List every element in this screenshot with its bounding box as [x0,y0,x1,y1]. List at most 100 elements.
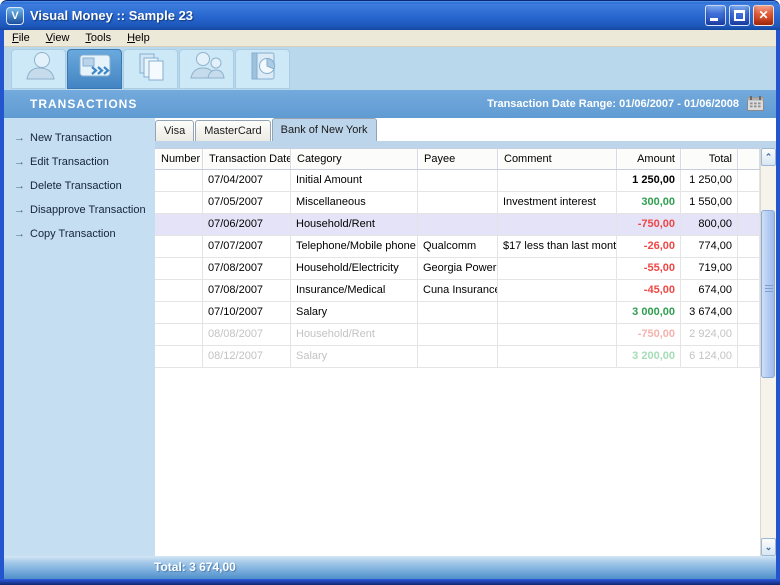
transactions-table: NumberTransaction DateCategoryPayeeComme… [155,148,760,556]
scrollbar-track[interactable] [761,166,776,538]
cell-date: 07/10/2007 [203,302,291,323]
cell-amount: -750,00 [617,324,681,345]
minimize-button[interactable] [705,5,726,26]
tab-bank-of-new-york[interactable]: Bank of New York [272,118,377,141]
table-row[interactable]: 07/05/2007MiscellaneousInvestment intere… [155,192,760,214]
column-header-category[interactable]: Category [291,149,418,169]
cell-filler [738,346,760,367]
column-header-transaction-date[interactable]: Transaction Date [203,149,291,169]
cell-date: 07/04/2007 [203,170,291,191]
cell-comment: $17 less than last month [498,236,617,257]
date-range-label: Transaction Date Range: 01/06/2007 - 01/… [487,98,739,110]
cell-number [155,258,203,279]
scroll-down-button[interactable]: ⌄ [761,538,776,556]
table-row[interactable]: 08/12/2007Salary3 200,006 124,00 [155,346,760,368]
account-button[interactable] [11,49,66,89]
app-window: V Visual Money :: Sample 23 ✕ FileViewTo… [0,0,780,585]
table-row[interactable]: 07/10/2007Salary3 000,003 674,00 [155,302,760,324]
column-header-amount[interactable]: Amount [617,149,681,169]
window-bottom-border [0,579,780,585]
content-area: →New Transaction→Edit Transaction→Delete… [4,118,776,556]
reports-button[interactable] [235,49,290,89]
cell-category: Miscellaneous [291,192,418,213]
sidebar-item-new-transaction[interactable]: →New Transaction [4,126,155,150]
arrow-icon: → [14,228,30,240]
cell-payee: Georgia Power [418,258,498,279]
cell-date: 07/08/2007 [203,258,291,279]
cell-amount: -45,00 [617,280,681,301]
cell-comment [498,346,617,367]
status-bar: Total: 3 674,00 [4,556,776,579]
cell-total: 800,00 [681,214,738,235]
sidebar-item-delete-transaction[interactable]: →Delete Transaction [4,174,155,198]
scrollbar-grip-icon [765,285,773,294]
window-body: FileViewToolsHelp TRANSACTIONS Transacti… [0,30,780,579]
cell-amount: -55,00 [617,258,681,279]
calendar-icon [747,96,766,112]
table-header-row: NumberTransaction DateCategoryPayeeComme… [155,148,760,170]
column-header-comment[interactable]: Comment [498,149,617,169]
copy-transactions-icon [131,49,171,88]
copy-transactions-button[interactable] [123,49,178,89]
table-body: 07/04/2007Initial Amount1 250,001 250,00… [155,170,760,368]
total-label: Total: 3 674,00 [154,560,236,574]
arrow-icon: → [14,156,30,168]
column-header-payee[interactable]: Payee [418,149,498,169]
tab-visa[interactable]: Visa [155,120,194,141]
cell-number [155,302,203,323]
calendar-button[interactable] [747,96,766,112]
cell-total: 1 250,00 [681,170,738,191]
transactions-button[interactable] [67,49,122,89]
menu-file[interactable]: File [4,32,38,44]
column-header-number[interactable]: Number [155,149,203,169]
cell-amount: -750,00 [617,214,681,235]
cell-payee [418,214,498,235]
app-icon: V [6,7,24,25]
table-row[interactable]: 07/08/2007Insurance/MedicalCuna Insuranc… [155,280,760,302]
table-row[interactable]: 07/06/2007Household/Rent-750,00800,00 [155,214,760,236]
grid-area: NumberTransaction DateCategoryPayeeComme… [155,148,776,556]
table-row[interactable]: 07/08/2007Household/ElectricityGeorgia P… [155,258,760,280]
tab-mastercard[interactable]: MasterCard [195,120,270,141]
payees-button[interactable] [179,49,234,89]
cell-payee [418,324,498,345]
menu-view[interactable]: View [38,32,78,44]
sidebar-item-edit-transaction[interactable]: →Edit Transaction [4,150,155,174]
cell-amount: 3 000,00 [617,302,681,323]
cell-comment [498,214,617,235]
sidebar-item-copy-transaction[interactable]: →Copy Transaction [4,222,155,246]
toolbar [4,47,776,90]
title-bar: V Visual Money :: Sample 23 ✕ [0,0,780,30]
cell-category: Household/Rent [291,324,418,345]
cell-date: 07/08/2007 [203,280,291,301]
cell-number [155,280,203,301]
close-button[interactable]: ✕ [753,5,774,26]
column-header-total[interactable]: Total [681,149,738,169]
scroll-up-button[interactable]: ⌃ [761,148,776,166]
table-row[interactable]: 07/07/2007Telephone/Mobile phoneQualcomm… [155,236,760,258]
cell-filler [738,280,760,301]
cell-category: Telephone/Mobile phone [291,236,418,257]
maximize-button[interactable] [729,5,750,26]
page-title: TRANSACTIONS [30,97,487,111]
account-tabs: VisaMasterCardBank of New York [155,118,776,141]
table-row[interactable]: 07/04/2007Initial Amount1 250,001 250,00 [155,170,760,192]
cell-date: 08/12/2007 [203,346,291,367]
cell-comment: Investment interest [498,192,617,213]
cell-category: Salary [291,346,418,367]
cell-comment [498,258,617,279]
cell-filler [738,192,760,213]
cell-amount: -26,00 [617,236,681,257]
cell-filler [738,324,760,345]
cell-payee [418,346,498,367]
cell-amount: 3 200,00 [617,346,681,367]
cell-date: 08/08/2007 [203,324,291,345]
sidebar-item-disapprove-transaction[interactable]: →Disapprove Transaction [4,198,155,222]
menu-tools[interactable]: Tools [77,32,119,44]
scrollbar-thumb[interactable] [761,210,775,378]
reports-icon [243,49,283,88]
cell-filler [738,214,760,235]
table-row[interactable]: 08/08/2007Household/Rent-750,002 924,00 [155,324,760,346]
arrow-icon: → [14,180,30,192]
menu-help[interactable]: Help [119,32,158,44]
